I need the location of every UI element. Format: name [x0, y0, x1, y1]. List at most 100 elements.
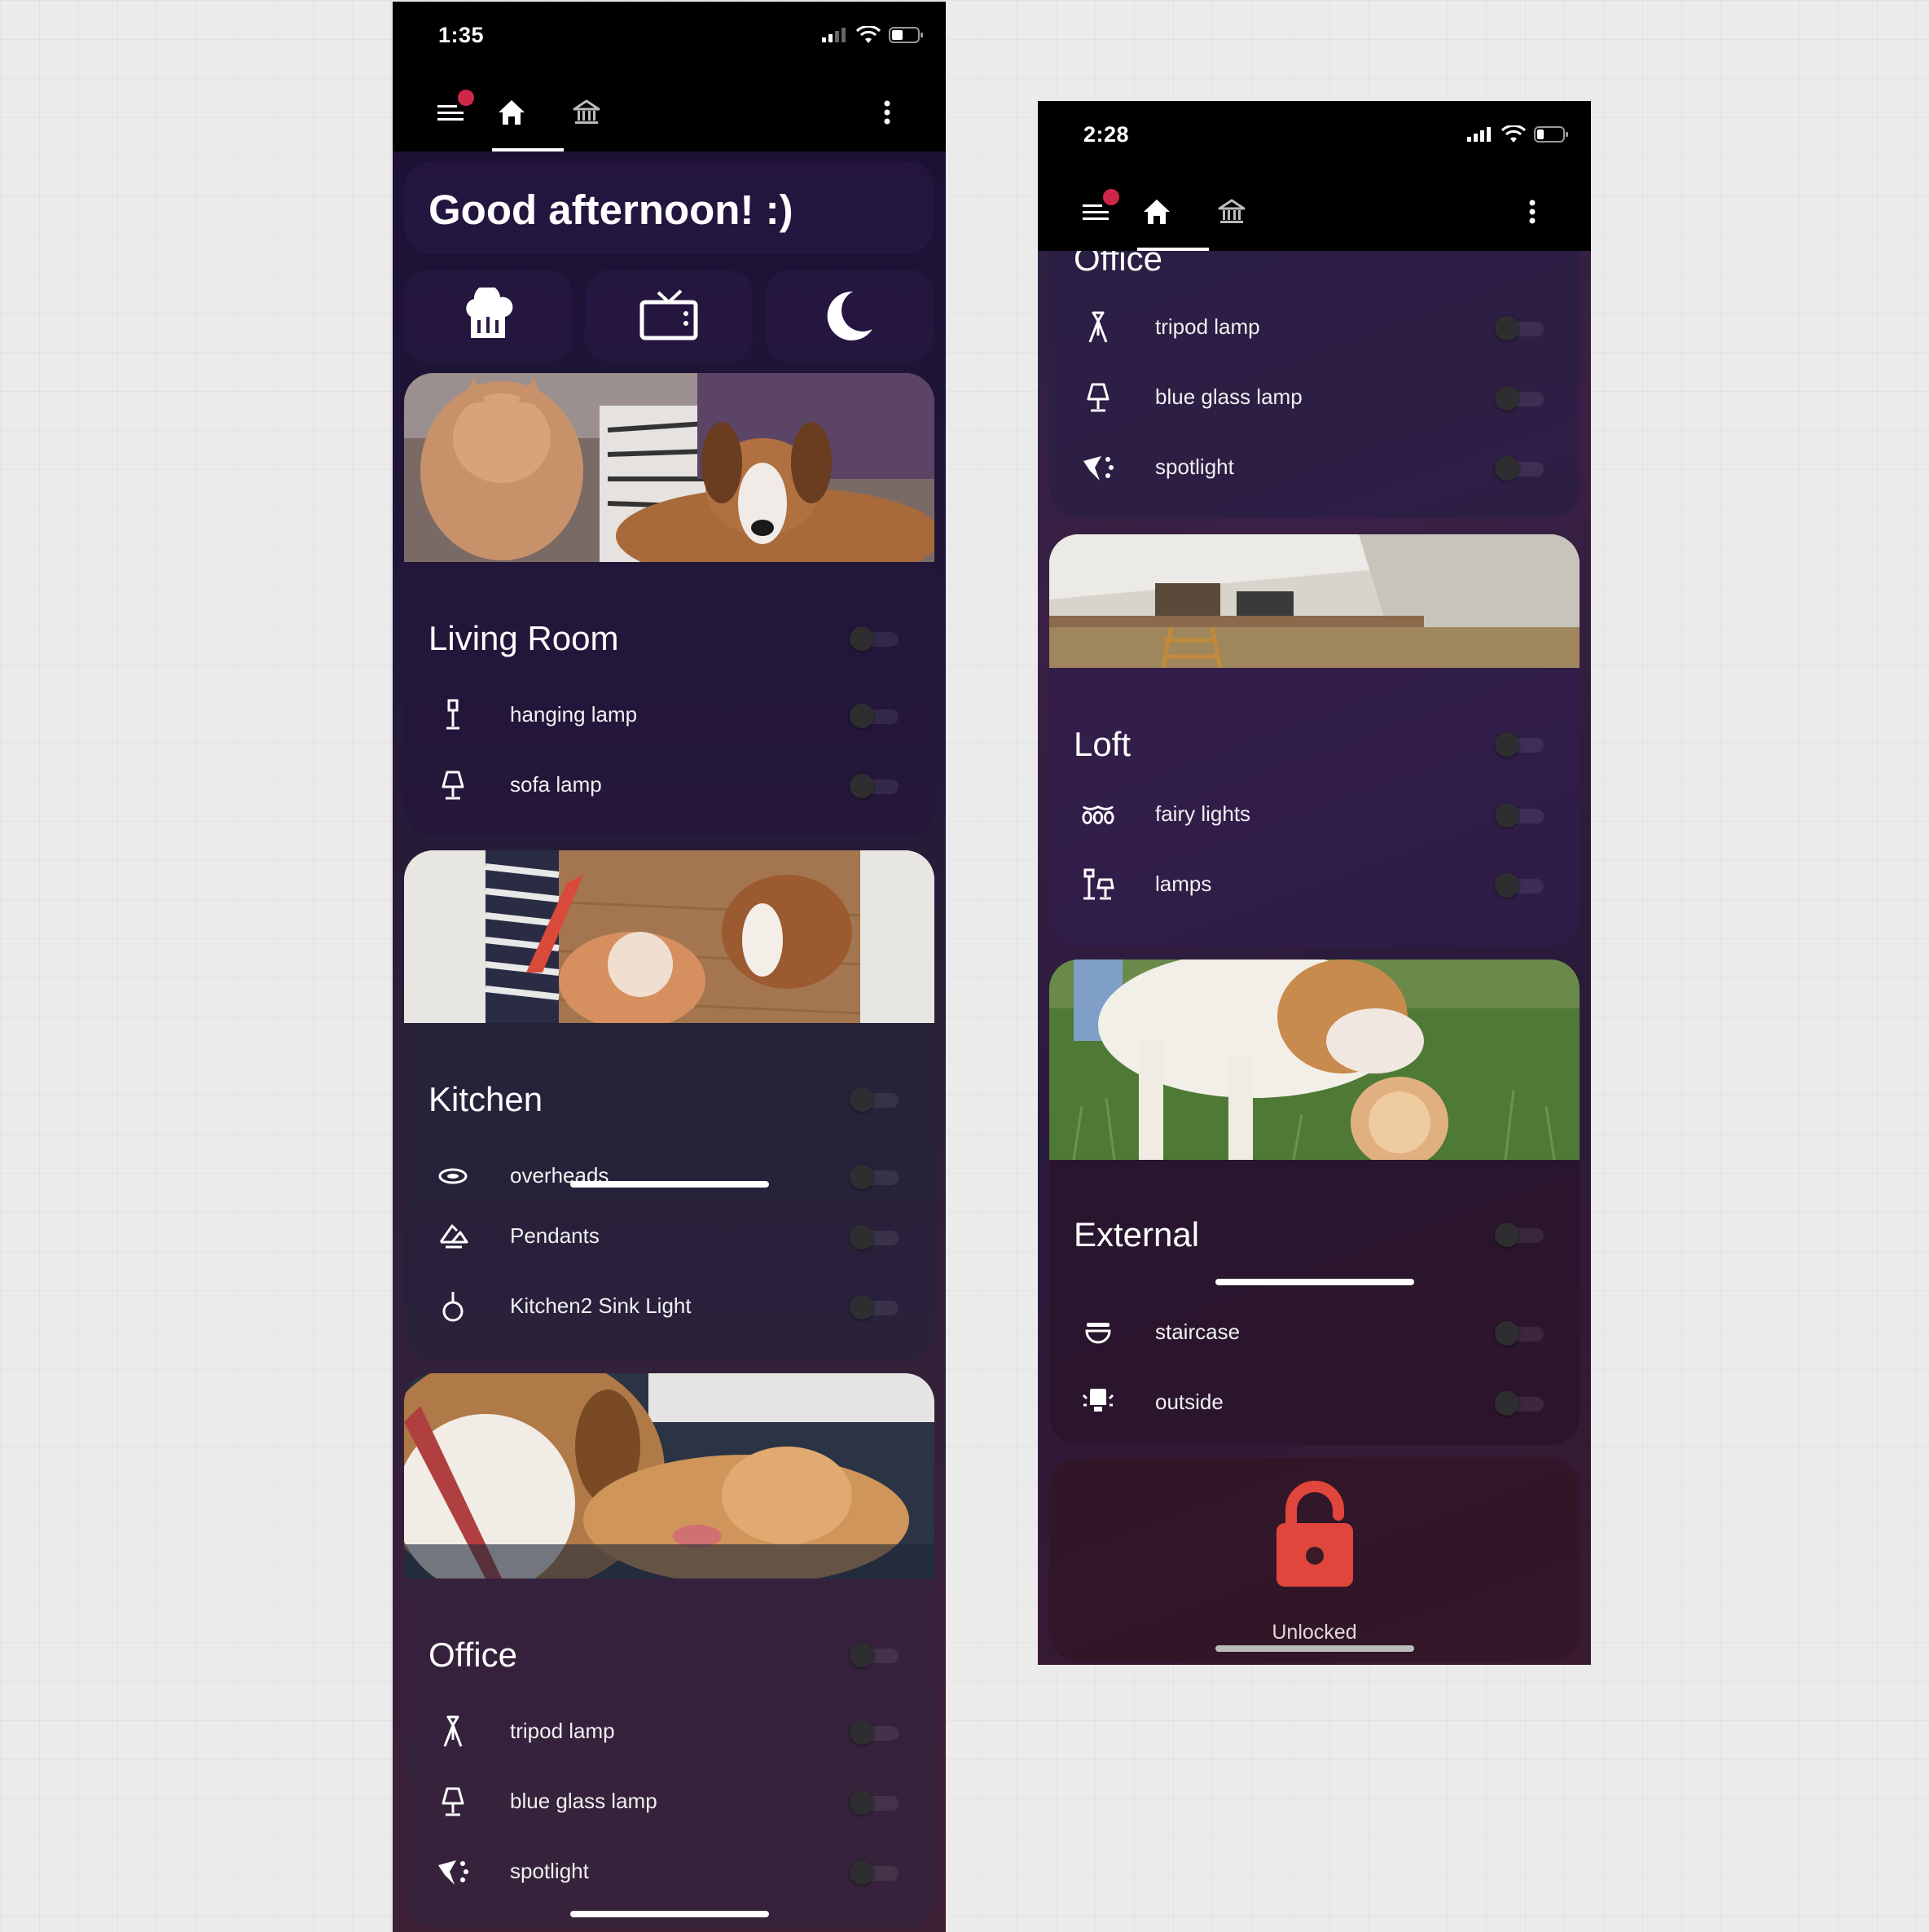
status-time: 2:28: [1083, 122, 1130, 147]
light-label: blue glass lamp: [510, 1789, 657, 1813]
light-label: fairy lights: [1155, 801, 1251, 826]
light-row[interactable]: hanging lamp: [404, 687, 934, 744]
light-row[interactable]: fairy lights: [1049, 787, 1580, 844]
light-label: Pendants: [510, 1223, 600, 1248]
status-bar: 2:28: [1038, 101, 1591, 173]
outdoor-light-icon: [1082, 1386, 1114, 1419]
table-lamp-icon: [437, 769, 469, 801]
light-toggle[interactable]: [850, 704, 902, 728]
light-toggle[interactable]: [1495, 873, 1547, 898]
scene-night-button[interactable]: [766, 270, 934, 362]
status-bar: 1:35: [393, 2, 946, 73]
light-toggle[interactable]: [850, 1790, 902, 1815]
living-room-photo: [404, 373, 934, 562]
scene-cooking-button[interactable]: [404, 270, 572, 362]
room-title: External: [1074, 1215, 1200, 1254]
room-title: Living Room: [428, 619, 619, 657]
string-lights-icon: [1082, 798, 1114, 831]
light-label: spotlight: [510, 1859, 589, 1883]
external-photo: [1049, 959, 1580, 1160]
light-row[interactable]: lamps: [1049, 857, 1580, 914]
ceiling-fixture-icon: [437, 1290, 469, 1323]
light-row[interactable]: sofa lamp: [404, 757, 934, 815]
home-indicator[interactable]: [1215, 1279, 1414, 1285]
phone-screen-1: 1:35 Good afternoon! :) Living Room hang…: [393, 2, 946, 1932]
light-toggle[interactable]: [1495, 386, 1547, 411]
floor-lamps-icon: [1082, 868, 1114, 901]
light-label: sofa lamp: [510, 772, 602, 797]
wall-light-icon: [1082, 1316, 1114, 1349]
light-row[interactable]: Kitchen2 Sink Light: [404, 1279, 934, 1336]
moon-icon: [827, 291, 872, 340]
light-label: blue glass lamp: [1155, 384, 1303, 409]
room-card-office: Office tripod lamp blue glass lamp spotl…: [404, 1373, 934, 1927]
app-bar: [1038, 173, 1591, 251]
light-row[interactable]: blue glass lamp: [404, 1774, 934, 1831]
building-tab-icon[interactable]: [1214, 194, 1250, 230]
light-toggle[interactable]: [850, 1165, 902, 1189]
tripod-lamp-icon: [1082, 311, 1114, 344]
light-row[interactable]: staircase: [1049, 1305, 1580, 1362]
light-toggle[interactable]: [1495, 456, 1547, 481]
home-indicator[interactable]: [1215, 1645, 1414, 1652]
home-tab-icon[interactable]: [494, 94, 529, 130]
lock-card[interactable]: Unlocked: [1049, 1458, 1580, 1662]
light-row[interactable]: Pendants: [404, 1209, 934, 1266]
light-row[interactable]: blue glass lamp: [1049, 370, 1580, 427]
active-tab-indicator: [492, 148, 564, 151]
light-row[interactable]: spotlight: [1049, 440, 1580, 497]
more-options-icon[interactable]: [1514, 194, 1550, 230]
light-toggle[interactable]: [850, 774, 902, 798]
room-title: Loft: [1074, 725, 1131, 763]
spotlight-icon: [1082, 451, 1114, 484]
scene-tv-button[interactable]: [585, 270, 753, 362]
light-toggle[interactable]: [850, 1295, 902, 1319]
light-row[interactable]: spotlight: [404, 1844, 934, 1901]
lock-status-label: Unlocked: [1272, 1621, 1357, 1644]
more-options-icon[interactable]: [869, 94, 905, 130]
light-toggle[interactable]: [1495, 1321, 1547, 1346]
greeting-card: Good afternoon! :): [404, 161, 934, 254]
home-indicator[interactable]: [570, 1181, 769, 1188]
building-tab-icon[interactable]: [569, 94, 604, 130]
home-indicator[interactable]: [570, 1911, 769, 1917]
room-toggle[interactable]: [850, 1643, 902, 1667]
light-toggle[interactable]: [1495, 316, 1547, 340]
home-tab-icon[interactable]: [1139, 194, 1175, 230]
room-toggle[interactable]: [850, 1087, 902, 1112]
light-label: spotlight: [1155, 454, 1234, 479]
light-toggle[interactable]: [1495, 803, 1547, 828]
light-label: lamps: [1155, 872, 1212, 896]
light-row[interactable]: outside: [1049, 1375, 1580, 1432]
light-row[interactable]: overheads: [404, 1148, 934, 1205]
light-label: outside: [1155, 1390, 1224, 1414]
loft-photo: [1049, 534, 1580, 668]
battery-icon: [889, 27, 923, 43]
notification-badge: [458, 90, 474, 106]
spotlight-icon: [437, 1855, 469, 1888]
ceiling-light-icon: [437, 1160, 469, 1192]
wifi-icon: [856, 26, 881, 43]
light-row[interactable]: tripod lamp: [404, 1704, 934, 1761]
room-toggle[interactable]: [1495, 1223, 1547, 1247]
room-title: Office: [428, 1636, 517, 1674]
kitchen-photo: [404, 850, 934, 1023]
light-toggle[interactable]: [1495, 1391, 1547, 1416]
room-toggle[interactable]: [850, 626, 902, 651]
light-label: hanging lamp: [510, 702, 638, 727]
office-photo: [404, 1373, 934, 1579]
light-label: staircase: [1155, 1319, 1241, 1344]
app-bar: [393, 73, 946, 151]
phone-screen-2: Office tripod lamp blue glass lamp spotl…: [1038, 101, 1591, 1665]
room-toggle[interactable]: [1495, 732, 1547, 757]
light-label: Kitchen2 Sink Light: [510, 1293, 692, 1318]
light-row[interactable]: tripod lamp: [1049, 300, 1580, 357]
light-label: tripod lamp: [1155, 314, 1260, 339]
light-toggle[interactable]: [850, 1860, 902, 1885]
chef-hat-icon: [466, 288, 513, 338]
notification-badge: [1103, 189, 1119, 205]
light-toggle[interactable]: [850, 1720, 902, 1745]
light-toggle[interactable]: [850, 1225, 902, 1249]
room-card-loft: Loft fairy lights lamps: [1049, 534, 1580, 946]
tripod-lamp-icon: [437, 1715, 469, 1748]
